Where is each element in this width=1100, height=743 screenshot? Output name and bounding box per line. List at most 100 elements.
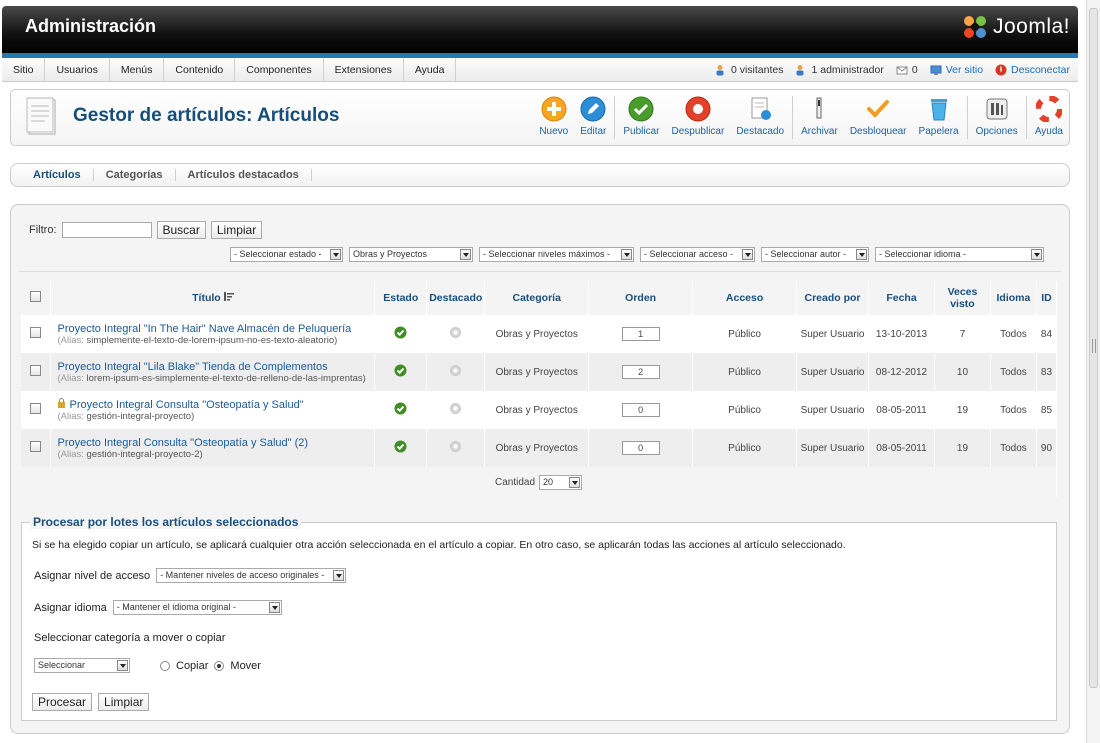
date-cell: 08-12-2012 bbox=[868, 353, 935, 391]
alias-label: (Alias: bbox=[57, 372, 84, 384]
language-header[interactable]: Idioma bbox=[990, 281, 1037, 315]
order-input[interactable]: 0 bbox=[621, 403, 660, 417]
batch-category-select[interactable]: Seleccionar bbox=[34, 658, 130, 673]
title-header[interactable]: Título bbox=[50, 281, 376, 315]
not-featured-icon[interactable] bbox=[450, 327, 462, 338]
not-featured-icon[interactable] bbox=[450, 441, 462, 452]
chevron-down-icon bbox=[330, 249, 341, 260]
menu-menus[interactable]: Menús bbox=[110, 57, 165, 82]
batch-clear-button[interactable]: Limpiar bbox=[98, 693, 150, 711]
state-select[interactable]: - Seleccionar estado - bbox=[230, 247, 343, 262]
batch-panel: Procesar por lotes los artículos selecci… bbox=[21, 515, 1057, 721]
batch-actions: Procesar Limpiar bbox=[32, 693, 150, 711]
article-title-link[interactable]: Proyecto Integral "Lila Blake" Tienda de… bbox=[57, 361, 373, 373]
batch-language-select[interactable]: - Mantener el idioma original - bbox=[112, 600, 282, 615]
id-cell: 83 bbox=[1036, 353, 1058, 391]
title-cell: Proyecto Integral Consulta "Osteopatía y… bbox=[50, 391, 376, 429]
category-header[interactable]: Categoría bbox=[484, 281, 590, 315]
state-cell bbox=[374, 315, 428, 353]
edit-button[interactable]: Editar bbox=[574, 90, 612, 145]
admin-header: Administración Joomla! bbox=[2, 6, 1078, 58]
author-select[interactable]: - Seleccionar autor - bbox=[761, 247, 869, 262]
unpublish-button[interactable]: Despublicar bbox=[666, 90, 731, 145]
not-featured-icon[interactable] bbox=[450, 403, 462, 414]
batch-access-select[interactable]: - Mantener niveles de acceso originales … bbox=[156, 568, 347, 583]
table-row: Proyecto Integral Consulta "Osteopatía y… bbox=[21, 391, 1058, 429]
language-select[interactable]: - Seleccionar idioma - bbox=[875, 247, 1044, 262]
trash-button-label: Papelera bbox=[918, 126, 959, 137]
move-radio-label: Mover bbox=[230, 659, 261, 672]
id-header[interactable]: ID bbox=[1036, 281, 1058, 315]
menu-extensiones[interactable]: Extensiones bbox=[324, 57, 404, 82]
chevron-down-icon bbox=[1031, 249, 1042, 260]
batch-access-label: Asignar nivel de acceso bbox=[34, 569, 151, 582]
order-input[interactable]: 0 bbox=[621, 441, 660, 455]
featured-button[interactable]: Destacado bbox=[730, 90, 790, 145]
article-alias: (Alias: lorem-ipsum-es-simplemente-el-te… bbox=[57, 373, 365, 384]
articles-panel: Filtro: Buscar Limpiar - Seleccionar est… bbox=[10, 204, 1070, 734]
not-featured-icon[interactable] bbox=[450, 365, 462, 376]
pagination-cell: Cantidad 20 bbox=[21, 467, 1057, 497]
help-button[interactable]: Ayuda bbox=[1029, 90, 1069, 145]
trash-button[interactable]: Papelera bbox=[913, 90, 965, 145]
order-input[interactable]: 1 bbox=[621, 327, 660, 341]
hits-header[interactable]: Veces visto bbox=[934, 281, 991, 315]
process-button[interactable]: Procesar bbox=[32, 693, 93, 711]
order-header[interactable]: Orden bbox=[588, 281, 694, 315]
menu-componentes[interactable]: Componentes bbox=[235, 57, 324, 82]
menu-sitio[interactable]: Sitio bbox=[2, 57, 46, 82]
list-limit-select[interactable]: 20 bbox=[539, 474, 583, 490]
alias-label: (Alias: bbox=[57, 334, 84, 346]
row-checkbox[interactable] bbox=[30, 441, 42, 452]
category-select[interactable]: Obras y Proyectos bbox=[349, 247, 473, 262]
order-input[interactable]: 2 bbox=[621, 365, 660, 379]
tab-categories[interactable]: Categorías bbox=[94, 169, 176, 181]
access-header[interactable]: Acceso bbox=[692, 281, 798, 315]
clear-filter-button[interactable]: Limpiar bbox=[210, 221, 263, 239]
article-title-link[interactable]: Proyecto Integral Consulta "Osteopatía y… bbox=[57, 398, 373, 411]
vertical-scrollbar[interactable] bbox=[1086, 0, 1100, 743]
tab-articles[interactable]: Artículos bbox=[21, 169, 94, 181]
new-button[interactable]: Nuevo bbox=[533, 90, 574, 145]
date-header[interactable]: Fecha bbox=[868, 281, 935, 315]
options-button[interactable]: Opciones bbox=[970, 90, 1024, 145]
published-check-icon[interactable] bbox=[394, 364, 407, 377]
levels-select[interactable]: - Seleccionar niveles máximos - bbox=[479, 247, 634, 262]
access-select[interactable]: - Seleccionar acceso - bbox=[640, 247, 755, 262]
select-all-checkbox[interactable] bbox=[30, 291, 42, 302]
filter-search-input[interactable] bbox=[61, 222, 152, 238]
batch-access-row: Asignar nivel de acceso - Mantener nivel… bbox=[34, 568, 347, 583]
copy-radio[interactable] bbox=[160, 660, 170, 671]
row-checkbox[interactable] bbox=[30, 403, 42, 414]
created-by-header[interactable]: Creado por bbox=[796, 281, 870, 315]
batch-category-value: Seleccionar bbox=[38, 660, 86, 670]
joomla-logo-icon bbox=[963, 16, 986, 38]
published-check-icon[interactable] bbox=[394, 440, 407, 453]
published-check-icon[interactable] bbox=[394, 402, 407, 415]
search-button[interactable]: Buscar bbox=[156, 221, 206, 239]
table-row: Proyecto Integral Consulta "Osteopatía y… bbox=[21, 429, 1058, 467]
article-title-link[interactable]: Proyecto Integral "In The Hair" Nave Alm… bbox=[57, 323, 373, 335]
archive-button[interactable]: Archivar bbox=[795, 90, 844, 145]
published-check-icon[interactable] bbox=[394, 326, 407, 339]
list-limit-label: Cantidad bbox=[494, 476, 536, 488]
row-checkbox[interactable] bbox=[30, 327, 42, 338]
menu-contenido[interactable]: Contenido bbox=[164, 57, 236, 82]
state-header[interactable]: Estado bbox=[374, 281, 428, 315]
row-checkbox[interactable] bbox=[30, 365, 42, 376]
menu-usuarios[interactable]: Usuarios bbox=[45, 57, 110, 82]
article-title-link[interactable]: Proyecto Integral Consulta "Osteopatía y… bbox=[57, 437, 373, 449]
messages-status[interactable]: 0 bbox=[896, 64, 918, 76]
move-radio[interactable] bbox=[214, 660, 225, 671]
view-site-link[interactable]: Ver sitio bbox=[930, 64, 983, 76]
featured-header[interactable]: Destacado bbox=[426, 281, 486, 315]
author-cell: Super Usuario bbox=[796, 429, 870, 467]
logout-link[interactable]: Desconectar bbox=[995, 64, 1070, 76]
menu-ayuda[interactable]: Ayuda bbox=[404, 57, 457, 82]
checkin-button[interactable]: Desbloquear bbox=[844, 90, 913, 145]
order-cell: 0 bbox=[588, 429, 694, 467]
tab-featured-articles[interactable]: Artículos destacados bbox=[176, 169, 312, 181]
scrollbar-grip-icon bbox=[1092, 339, 1096, 353]
publish-button[interactable]: Publicar bbox=[617, 90, 665, 145]
scrollbar-thumb[interactable] bbox=[1089, 8, 1098, 688]
